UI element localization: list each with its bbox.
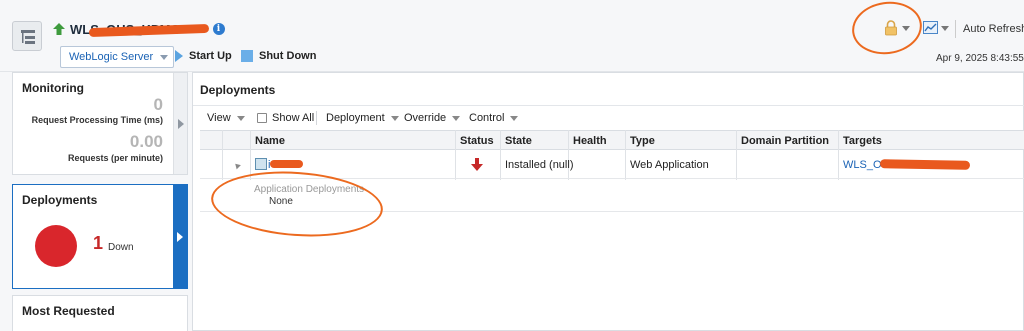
column-header-status[interactable]: Status (460, 135, 494, 147)
chevron-right-icon (178, 119, 184, 129)
control-menu[interactable]: Control (469, 112, 519, 124)
most-requested-title: Most Requested (22, 304, 115, 318)
view-menu[interactable]: View (207, 112, 245, 124)
column-header-health[interactable]: Health (573, 135, 607, 147)
column-header-name[interactable]: Name (255, 135, 285, 147)
control-label: Control (469, 112, 505, 124)
deployment-type: Web Application (630, 159, 709, 171)
requests-label: Requests (per minute) (67, 153, 163, 163)
toolbar-divider (316, 111, 317, 125)
deployments-card[interactable]: Deployments 1 Down (12, 184, 188, 289)
stop-icon (241, 50, 253, 62)
info-icon[interactable]: i (212, 23, 225, 35)
table-header: Name Status State Health Type Domain Par… (200, 130, 1024, 150)
weblogic-server-menu[interactable]: WebLogic Server (60, 46, 175, 68)
redaction-mark (879, 159, 971, 170)
chevron-right-icon (177, 232, 183, 242)
weblogic-server-label: WebLogic Server (69, 51, 154, 63)
checkbox-icon (257, 113, 267, 123)
timestamp: Apr 9, 2025 8:43:55 AM (936, 53, 1024, 64)
deployment-menu[interactable]: Deployment (326, 112, 399, 124)
chevron-down-icon (510, 115, 519, 121)
chevron-down-icon (390, 115, 399, 121)
most-requested-card[interactable]: Most Requested (12, 295, 188, 331)
requests-value: 0.00 (129, 132, 163, 151)
nav-tree-icon (21, 30, 35, 44)
monitoring-expand-button[interactable] (173, 73, 187, 174)
left-panel: Monitoring 0 Request Processing Time (ms… (12, 72, 188, 331)
chevron-down-icon (160, 55, 169, 60)
shut-down-label: Shut Down (259, 50, 317, 62)
chevron-down-icon (452, 115, 461, 121)
auto-refresh-link[interactable]: Auto Refresh (963, 23, 1024, 35)
deployments-panel-title: Deployments (200, 83, 276, 97)
monitoring-title: Monitoring (22, 81, 84, 95)
column-header-domain-partition[interactable]: Domain Partition (741, 135, 829, 147)
app-icon (255, 158, 267, 170)
top-bar: WLS_OHS_KPMG i WebLogic Server Start Up … (0, 0, 1024, 72)
start-up-label: Start Up (189, 50, 232, 62)
nav-toggle-button[interactable] (12, 21, 42, 51)
toolbar-divider (955, 20, 956, 38)
chevron-down-icon (236, 115, 245, 121)
down-label: Down (108, 242, 134, 253)
column-header-type[interactable]: Type (630, 135, 655, 147)
expand-icon[interactable] (233, 161, 241, 170)
start-up-button[interactable]: Start Up (175, 50, 232, 62)
show-all-checkbox[interactable]: Show All (257, 112, 314, 124)
redaction-mark (270, 160, 303, 168)
column-header-state[interactable]: State (505, 135, 532, 147)
monitoring-card[interactable]: Monitoring 0 Request Processing Time (ms… (12, 72, 188, 175)
chart-icon[interactable] (923, 21, 938, 34)
column-header-targets[interactable]: Targets (843, 135, 882, 147)
deployments-expand-button[interactable] (173, 185, 187, 288)
down-status-indicator (35, 225, 77, 267)
down-count: 1 (93, 233, 104, 253)
play-icon (175, 50, 183, 62)
shut-down-button[interactable]: Shut Down (241, 50, 316, 62)
show-all-label: Show All (272, 112, 315, 124)
page-title-row: WLS_OHS_KPMG i (52, 20, 225, 38)
view-label: View (207, 112, 231, 124)
request-processing-value: 0 (153, 95, 163, 114)
override-menu[interactable]: Override (404, 112, 461, 124)
down-arrow-icon (471, 158, 483, 171)
chart-menu-chevron-icon[interactable] (941, 26, 949, 31)
deployments-title: Deployments (22, 193, 98, 207)
up-arrow-icon (53, 23, 65, 35)
deployment-target-link[interactable]: WLS_O (843, 159, 882, 171)
deployment-state: Installed (null) (505, 159, 574, 171)
deployments-toolbar: View Show All Deployment Override Contro… (193, 105, 1024, 129)
override-label: Override (404, 112, 447, 124)
request-processing-label: Request Processing Time (ms) (31, 115, 163, 125)
deployment-label: Deployment (326, 112, 385, 124)
annotation-circle (848, 0, 926, 59)
